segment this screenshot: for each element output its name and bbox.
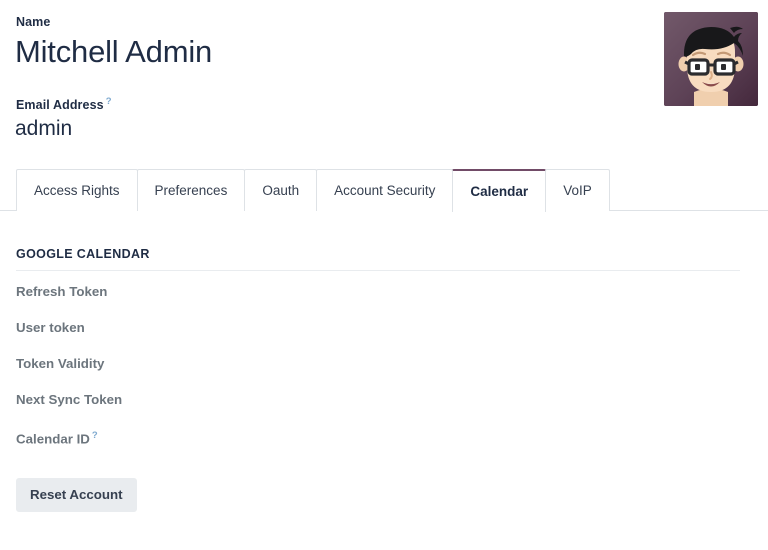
calendar-field-list: Refresh Token User token Token Validity … bbox=[16, 271, 752, 462]
tab-access-rights[interactable]: Access Rights bbox=[16, 169, 138, 211]
tab-account-security[interactable]: Account Security bbox=[316, 169, 453, 211]
tab-oauth[interactable]: Oauth bbox=[244, 169, 317, 211]
group-title-google-calendar: GOOGLE CALENDAR bbox=[16, 211, 740, 271]
label-refresh-token: Refresh Token bbox=[16, 282, 107, 302]
name-label: Name bbox=[16, 14, 752, 30]
notebook-tabbar: Access Rights Preferences Oauth Account … bbox=[0, 168, 768, 211]
record-header: Name Mitchell Admin Email Address? admin bbox=[0, 0, 768, 160]
label-token-validity: Token Validity bbox=[16, 354, 104, 374]
user-form-page: Name Mitchell Admin Email Address? admin bbox=[0, 0, 768, 550]
record-title[interactable]: Mitchell Admin bbox=[15, 32, 752, 72]
field-row-refresh-token: Refresh Token bbox=[16, 282, 752, 318]
reset-account-button[interactable]: Reset Account bbox=[16, 478, 137, 512]
tab-calendar[interactable]: Calendar bbox=[452, 169, 546, 212]
field-row-token-validity: Token Validity bbox=[16, 354, 752, 390]
field-row-next-sync-token: Next Sync Token bbox=[16, 390, 752, 426]
help-icon-calendar-id[interactable]: ? bbox=[92, 430, 98, 441]
button-row: Reset Account bbox=[16, 462, 752, 512]
email-label-wrapper: Email Address? bbox=[16, 94, 752, 113]
email-field-block: Email Address? admin bbox=[16, 94, 752, 143]
avatar-illustration bbox=[664, 12, 758, 106]
avatar[interactable] bbox=[664, 12, 758, 106]
label-next-sync-token: Next Sync Token bbox=[16, 390, 122, 410]
field-row-calendar-id: Calendar ID? bbox=[16, 426, 752, 462]
email-label: Email Address bbox=[16, 98, 104, 112]
field-row-user-token: User token bbox=[16, 318, 752, 354]
label-calendar-id: Calendar ID? bbox=[16, 426, 98, 449]
calendar-tab-pane: GOOGLE CALENDAR Refresh Token User token… bbox=[0, 211, 768, 512]
tab-voip[interactable]: VoIP bbox=[545, 169, 610, 211]
label-calendar-id-text: Calendar ID bbox=[16, 431, 90, 446]
tab-preferences[interactable]: Preferences bbox=[137, 169, 246, 211]
tab-list: Access Rights Preferences Oauth Account … bbox=[16, 168, 768, 211]
name-field-block: Name Mitchell Admin bbox=[16, 14, 752, 72]
email-value[interactable]: admin bbox=[15, 115, 752, 143]
help-icon-email[interactable]: ? bbox=[106, 96, 112, 107]
label-user-token: User token bbox=[16, 318, 85, 338]
